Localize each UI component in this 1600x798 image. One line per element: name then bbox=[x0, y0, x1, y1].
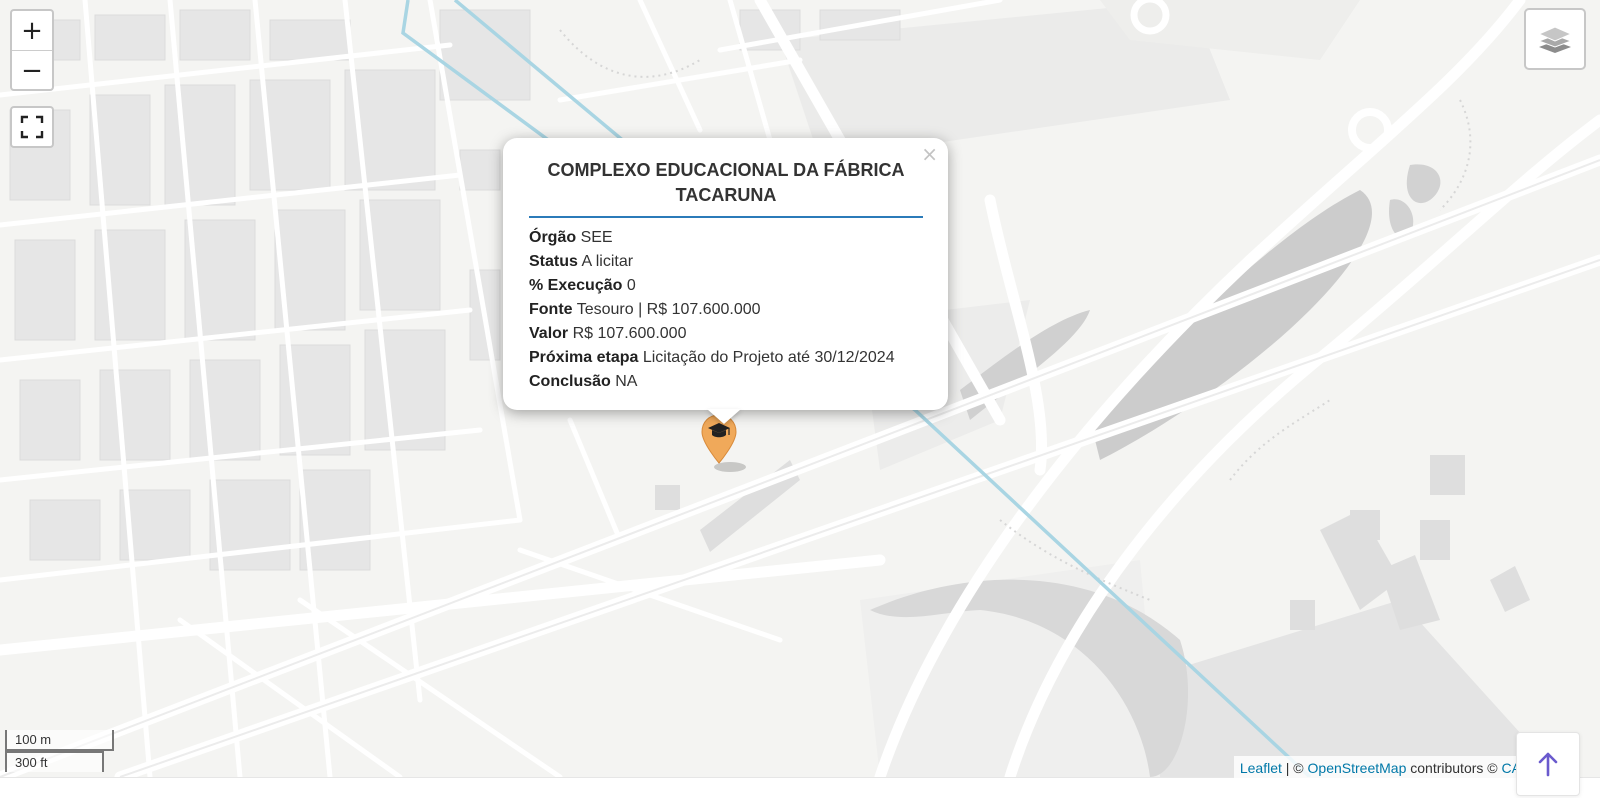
scale-metric: 100 m bbox=[5, 730, 114, 751]
project-popup: × COMPLEXO EDUCACIONAL DA FÁBRICA TACARU… bbox=[503, 138, 948, 410]
field-valor: Valor R$ 107.600.000 bbox=[529, 325, 687, 342]
layers-icon bbox=[1537, 26, 1573, 53]
fullscreen-icon bbox=[20, 115, 44, 139]
leaflet-link[interactable]: Leaflet bbox=[1240, 760, 1282, 776]
field-execucao: % Execução 0 bbox=[529, 277, 636, 294]
field-proxima-etapa: Próxima etapa Licitação do Projeto até 3… bbox=[529, 349, 895, 366]
popup-divider bbox=[529, 216, 923, 218]
scale-bar: 100 m 300 ft bbox=[5, 730, 114, 772]
popup-tip bbox=[707, 409, 741, 424]
page-footer-strip bbox=[0, 777, 1600, 798]
field-orgao: Órgão SEE bbox=[529, 229, 613, 246]
field-conclusao: Conclusão NA bbox=[529, 373, 638, 390]
attribution: Leaflet | © OpenStreetMap contributors ©… bbox=[1233, 756, 1556, 780]
fullscreen-button[interactable] bbox=[10, 106, 54, 148]
popup-title: COMPLEXO EDUCACIONAL DA FÁBRICA TACARUNA bbox=[547, 160, 905, 205]
back-to-top-button[interactable] bbox=[1516, 732, 1580, 796]
field-fonte: Fonte Tesouro | R$ 107.600.000 bbox=[529, 301, 761, 318]
osm-link[interactable]: OpenStreetMap bbox=[1308, 760, 1407, 776]
field-status: Status A licitar bbox=[529, 253, 634, 270]
layers-button[interactable] bbox=[1524, 8, 1586, 70]
zoom-control: + − bbox=[10, 9, 54, 91]
popup-fields: Órgão SEE Status A licitar % Execução 0 … bbox=[529, 226, 939, 394]
scale-imperial: 300 ft bbox=[5, 751, 104, 772]
zoom-out-button[interactable]: − bbox=[12, 50, 52, 90]
popup-close-button[interactable]: × bbox=[921, 142, 938, 166]
arrow-up-icon bbox=[1538, 752, 1558, 777]
zoom-in-button[interactable]: + bbox=[12, 11, 52, 50]
